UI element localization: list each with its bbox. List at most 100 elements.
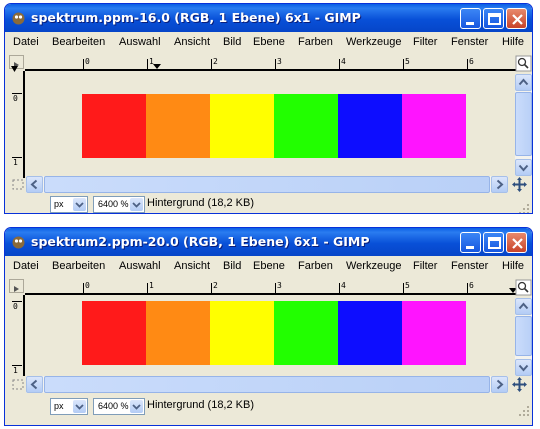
menu-bild[interactable]: Bild [223, 260, 241, 272]
menu-fenster[interactable]: Fenster [451, 36, 488, 48]
status-bar: px 6400 % Hintergrund (18,2 KB) [5, 395, 532, 419]
close-button[interactable] [506, 8, 527, 29]
quickmask-toggle[interactable] [10, 376, 26, 393]
quickmask-toggle[interactable] [10, 176, 26, 193]
menu-auswahl[interactable]: Auswahl [119, 36, 161, 48]
scroll-down-button[interactable] [515, 159, 532, 176]
resize-grip-icon[interactable] [518, 405, 530, 417]
menu-farben[interactable]: Farben [298, 36, 333, 48]
horizontal-ruler[interactable]: 0 1 2 3 4 5 6 [25, 55, 520, 71]
ruler-label: 0 [13, 94, 18, 103]
menu-bearbeiten[interactable]: Bearbeiten [52, 260, 105, 272]
spectrum-image[interactable] [82, 94, 466, 158]
zoom-select[interactable]: 6400 % [93, 398, 145, 415]
scroll-right-button[interactable] [491, 176, 508, 193]
scroll-left-button[interactable] [26, 376, 43, 393]
zoom-button[interactable] [515, 279, 532, 296]
layer-info: Hintergrund (18,2 KB) [147, 197, 254, 209]
ruler-tick [467, 283, 468, 293]
scroll-down-button[interactable] [515, 359, 532, 376]
menu-bearbeiten[interactable]: Bearbeiten [52, 36, 105, 48]
scroll-up-icon [518, 302, 529, 310]
zoom-button[interactable] [515, 55, 532, 72]
menu-farben[interactable]: Farben [298, 260, 333, 272]
menu-ebene[interactable]: Ebene [253, 260, 285, 272]
ruler-tick [403, 283, 404, 293]
maximize-button[interactable] [483, 8, 504, 29]
close-button[interactable] [506, 232, 527, 253]
menu-bild[interactable]: Bild [223, 36, 241, 48]
spectrum-image[interactable] [82, 301, 466, 365]
close-icon [512, 14, 523, 25]
horizontal-scrollbar[interactable] [26, 376, 508, 393]
scroll-right-button[interactable] [491, 376, 508, 393]
blue-pixel [338, 94, 402, 158]
resize-grip-icon[interactable] [518, 203, 530, 214]
vertical-scroll-thumb[interactable] [515, 92, 532, 156]
horizontal-scroll-thumb[interactable] [44, 376, 490, 393]
vertical-scrollbar[interactable] [515, 74, 532, 176]
menu-datei[interactable]: Datei [13, 260, 39, 272]
navigate-button[interactable] [511, 376, 528, 393]
menu-datei[interactable]: Datei [13, 36, 39, 48]
vertical-ruler[interactable]: 0 1 [9, 295, 25, 376]
ruler-tick [339, 283, 340, 293]
horizontal-ruler[interactable]: 0 1 2 3 4 5 6 [25, 279, 520, 295]
scroll-up-button[interactable] [515, 298, 532, 315]
menu-hilfe[interactable]: Hilfe [502, 36, 524, 48]
minimize-button[interactable] [460, 8, 481, 29]
menu-ansicht[interactable]: Ansicht [174, 36, 210, 48]
zoom-select[interactable]: 6400 % [93, 196, 145, 213]
zoom-dropdown-button[interactable] [130, 198, 143, 211]
menu-ansicht[interactable]: Ansicht [174, 260, 210, 272]
scroll-left-icon [30, 179, 38, 190]
magenta-pixel [402, 301, 466, 365]
scroll-right-icon [496, 179, 504, 190]
zoom-dropdown-button[interactable] [130, 400, 143, 413]
menu-auswahl[interactable]: Auswahl [119, 260, 161, 272]
green-pixel [274, 301, 338, 365]
horizontal-scrollbar[interactable] [26, 176, 508, 193]
title-bar[interactable]: spektrum2.ppm-20.0 (RGB, 1 Ebene) 6x1 - … [5, 228, 532, 256]
layer-info: Hintergrund (18,2 KB) [147, 399, 254, 411]
menu-werkzeuge[interactable]: Werkzeuge [346, 260, 401, 272]
chevron-down-icon [75, 202, 84, 208]
menu-filter[interactable]: Filter [413, 260, 437, 272]
unit-select[interactable]: px [50, 398, 88, 415]
unit-dropdown-button[interactable] [73, 198, 86, 211]
quickmask-menu-button[interactable] [9, 279, 24, 293]
red-pixel [82, 94, 146, 158]
minimize-button[interactable] [460, 232, 481, 253]
image-view[interactable] [27, 295, 520, 376]
vertical-ruler[interactable]: 0 1 [9, 66, 25, 178]
ruler-tick [147, 283, 148, 293]
maximize-icon [488, 237, 501, 249]
navigate-icon [512, 177, 527, 192]
scroll-left-button[interactable] [26, 176, 43, 193]
unit-dropdown-button[interactable] [73, 400, 86, 413]
image-view[interactable] [27, 71, 520, 178]
ruler-tick [83, 59, 84, 69]
unit-select[interactable]: px [50, 196, 88, 213]
title-bar[interactable]: spektrum.ppm-16.0 (RGB, 1 Ebene) 6x1 - G… [5, 4, 532, 32]
red-pixel [82, 301, 146, 365]
menu-hilfe[interactable]: Hilfe [502, 260, 524, 272]
menu-filter[interactable]: Filter [413, 36, 437, 48]
ruler-tick [403, 59, 404, 69]
vertical-scrollbar[interactable] [515, 298, 532, 376]
zoom-value: 6400 % [98, 401, 129, 411]
minimize-icon [466, 22, 474, 25]
scroll-up-button[interactable] [515, 74, 532, 91]
menu-arrow-icon [14, 286, 19, 292]
ruler-label: 4 [341, 281, 346, 290]
scroll-down-icon [518, 364, 529, 372]
menu-ebene[interactable]: Ebene [253, 36, 285, 48]
vertical-scroll-thumb[interactable] [515, 316, 532, 356]
navigate-button[interactable] [511, 176, 528, 193]
navigate-icon [512, 377, 527, 392]
horizontal-scroll-thumb[interactable] [44, 176, 490, 193]
maximize-button[interactable] [483, 232, 504, 253]
menu-fenster[interactable]: Fenster [451, 260, 488, 272]
menu-werkzeuge[interactable]: Werkzeuge [346, 36, 401, 48]
ruler-label: 0 [85, 57, 90, 66]
